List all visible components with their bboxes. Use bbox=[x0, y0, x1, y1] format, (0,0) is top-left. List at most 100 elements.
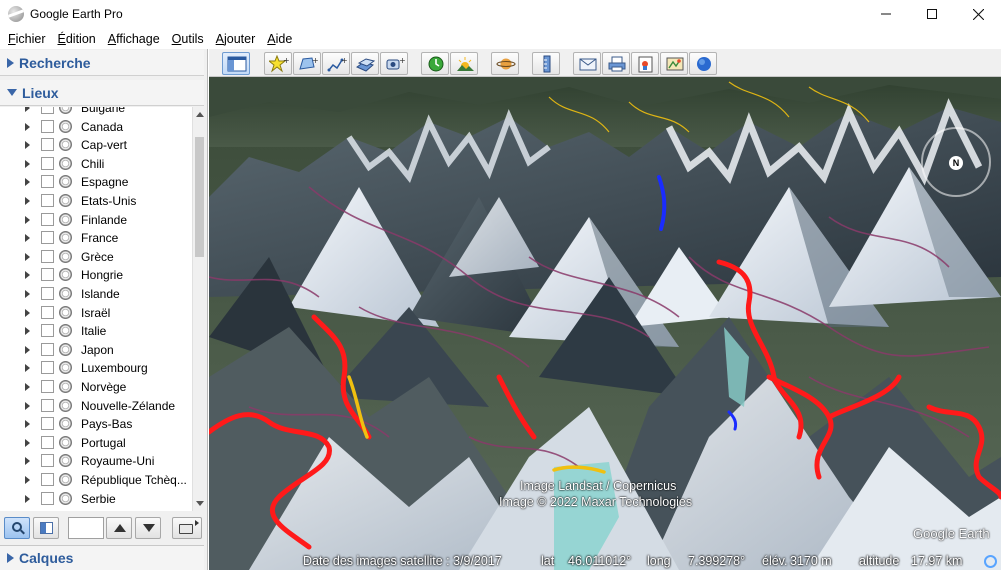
place-item[interactable]: Chili bbox=[0, 155, 192, 174]
scroll-thumb[interactable] bbox=[195, 137, 204, 257]
close-button[interactable] bbox=[955, 0, 1001, 28]
place-checkbox[interactable] bbox=[41, 287, 54, 300]
expand-arrow-icon[interactable] bbox=[25, 420, 30, 429]
place-item[interactable]: Hongrie bbox=[0, 266, 192, 285]
place-checkbox[interactable] bbox=[41, 435, 54, 449]
search-places-button[interactable] bbox=[4, 517, 30, 539]
place-checkbox[interactable] bbox=[41, 398, 54, 412]
menu-fichier[interactable]: Fichier bbox=[2, 32, 52, 46]
place-item[interactable]: Espagne bbox=[0, 173, 192, 192]
print-button[interactable] bbox=[602, 52, 630, 75]
expand-arrow-icon[interactable] bbox=[25, 327, 30, 336]
place-checkbox[interactable] bbox=[41, 268, 54, 282]
expand-arrow-icon[interactable] bbox=[25, 457, 30, 466]
expand-arrow-icon[interactable] bbox=[25, 476, 30, 484]
menu-ajouter[interactable]: Ajouter bbox=[210, 32, 262, 46]
sidebar-toggle-button[interactable] bbox=[222, 52, 250, 75]
expand-arrow-icon[interactable] bbox=[25, 107, 30, 112]
toggle-panel-button[interactable] bbox=[33, 517, 59, 539]
place-checkbox[interactable] bbox=[41, 361, 54, 375]
expand-arrow-icon[interactable] bbox=[25, 234, 30, 243]
expand-arrow-icon[interactable] bbox=[25, 308, 30, 317]
minimize-button[interactable] bbox=[863, 0, 909, 28]
place-checkbox[interactable] bbox=[41, 417, 54, 431]
place-item[interactable]: Cap-vert bbox=[0, 136, 192, 155]
place-checkbox[interactable] bbox=[41, 156, 54, 170]
expand-arrow-icon[interactable] bbox=[25, 494, 30, 503]
expand-arrow-icon[interactable] bbox=[25, 141, 30, 150]
place-checkbox[interactable] bbox=[41, 454, 54, 468]
planets-button[interactable] bbox=[491, 52, 519, 75]
ruler-button[interactable] bbox=[532, 52, 560, 75]
place-checkbox[interactable] bbox=[41, 305, 54, 319]
menu-aide[interactable]: Aide bbox=[261, 32, 298, 46]
place-item[interactable]: Serbie bbox=[0, 490, 192, 509]
add-polygon-button[interactable]: + bbox=[293, 52, 321, 75]
place-item[interactable]: Italie bbox=[0, 322, 192, 341]
place-item[interactable]: Etats-Unis bbox=[0, 192, 192, 211]
scroll-down-icon[interactable] bbox=[196, 501, 204, 506]
north-indicator[interactable]: N bbox=[949, 156, 963, 170]
place-checkbox[interactable] bbox=[41, 342, 54, 356]
sunlight-button[interactable] bbox=[450, 52, 478, 75]
place-item[interactable]: Grèce bbox=[0, 248, 192, 267]
place-item[interactable]: Pays-Bas bbox=[0, 415, 192, 434]
expand-arrow-icon[interactable] bbox=[25, 215, 30, 224]
order-input[interactable] bbox=[68, 517, 104, 539]
place-item[interactable]: Israël bbox=[0, 304, 192, 323]
place-checkbox[interactable] bbox=[41, 380, 54, 393]
expand-arrow-icon[interactable] bbox=[25, 290, 30, 298]
place-checkbox[interactable] bbox=[41, 473, 54, 486]
add-image-overlay-button[interactable] bbox=[351, 52, 379, 75]
expand-arrow-icon[interactable] bbox=[25, 438, 30, 447]
earth-view-button[interactable] bbox=[689, 52, 717, 75]
navigation-compass[interactable]: N bbox=[921, 127, 991, 197]
maximize-button[interactable] bbox=[909, 0, 955, 28]
place-item[interactable]: République Tchèq... bbox=[0, 471, 192, 490]
email-button[interactable] bbox=[573, 52, 601, 75]
menu-outils[interactable]: Outils bbox=[166, 32, 210, 46]
place-item[interactable]: Nouvelle-Zélande bbox=[0, 397, 192, 416]
place-checkbox[interactable] bbox=[41, 194, 54, 207]
earth-3d-view[interactable]: N Image Landsat / Copernicus Image © 202… bbox=[209, 77, 1001, 570]
expand-arrow-icon[interactable] bbox=[25, 401, 30, 410]
place-item[interactable]: Luxembourg bbox=[0, 359, 192, 378]
move-down-button[interactable] bbox=[135, 517, 161, 539]
search-panel-header[interactable]: Recherche bbox=[0, 50, 204, 76]
expand-arrow-icon[interactable] bbox=[25, 271, 30, 280]
scroll-up-icon[interactable] bbox=[196, 112, 204, 117]
places-panel-header[interactable]: Lieux bbox=[0, 80, 204, 106]
place-checkbox[interactable] bbox=[41, 491, 54, 505]
place-item[interactable]: Royaume-Uni bbox=[0, 452, 192, 471]
menu-edition[interactable]: Édition bbox=[52, 32, 102, 46]
place-item[interactable]: Norvège bbox=[0, 378, 192, 397]
place-item[interactable]: Finlande bbox=[0, 211, 192, 230]
place-checkbox[interactable] bbox=[41, 231, 54, 245]
menu-affichage[interactable]: Affichage bbox=[102, 32, 166, 46]
expand-arrow-icon[interactable] bbox=[25, 383, 30, 391]
folder-button[interactable] bbox=[172, 517, 202, 539]
move-up-button[interactable] bbox=[106, 517, 132, 539]
view-in-maps-button[interactable] bbox=[660, 52, 688, 75]
place-item[interactable]: Japon bbox=[0, 341, 192, 360]
record-tour-button[interactable]: + bbox=[380, 52, 408, 75]
place-item[interactable]: France bbox=[0, 229, 192, 248]
place-checkbox[interactable] bbox=[41, 212, 54, 226]
historical-imagery-button[interactable] bbox=[421, 52, 449, 75]
place-checkbox[interactable] bbox=[41, 249, 54, 263]
add-path-button[interactable]: + bbox=[322, 52, 350, 75]
layers-panel-header[interactable]: Calques bbox=[0, 545, 204, 570]
expand-arrow-icon[interactable] bbox=[25, 252, 30, 261]
place-item[interactable]: Bulgarie bbox=[0, 107, 192, 118]
place-checkbox[interactable] bbox=[41, 119, 54, 133]
place-item[interactable]: Canada bbox=[0, 118, 192, 137]
place-checkbox[interactable] bbox=[41, 175, 54, 189]
expand-arrow-icon[interactable] bbox=[25, 178, 30, 187]
place-checkbox[interactable] bbox=[41, 107, 54, 114]
place-checkbox[interactable] bbox=[41, 138, 54, 152]
add-placemark-button[interactable]: + bbox=[264, 52, 292, 75]
place-item[interactable]: Portugal bbox=[0, 434, 192, 453]
place-checkbox[interactable] bbox=[41, 324, 54, 338]
expand-arrow-icon[interactable] bbox=[25, 345, 30, 354]
expand-arrow-icon[interactable] bbox=[25, 122, 30, 131]
